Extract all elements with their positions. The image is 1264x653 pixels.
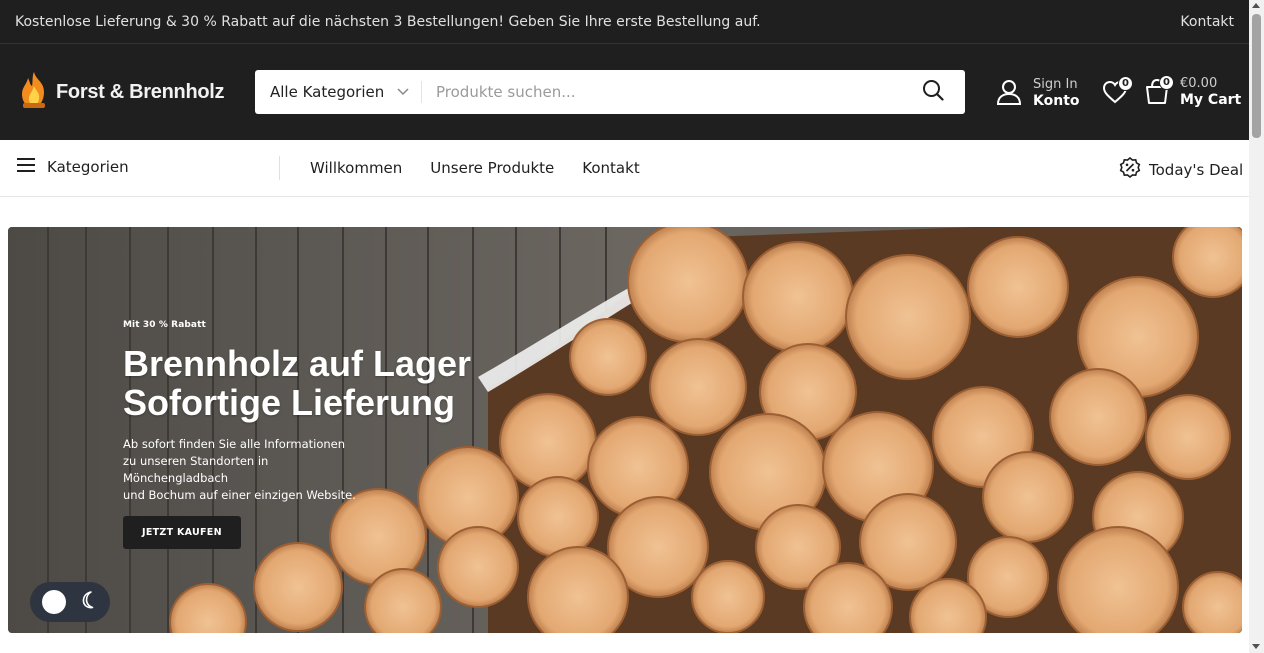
theme-toggle[interactable] xyxy=(30,582,110,622)
hero-banner: Mit 30 % Rabatt Brennholz auf Lager Sofo… xyxy=(8,227,1242,633)
hero-subtitle: Mit 30 % Rabatt xyxy=(123,320,206,330)
search-button[interactable] xyxy=(901,70,965,114)
todays-deal-link[interactable]: Today's Deal xyxy=(1119,156,1244,183)
account-link[interactable]: Sign In Konto xyxy=(995,77,1080,110)
account-label: Konto xyxy=(1033,93,1080,109)
hero-title: Brennholz auf Lager Sofortige Lieferung xyxy=(123,344,471,422)
cart-icon: 0 xyxy=(1144,74,1174,109)
hero-desc-line-1: Ab sofort finden Sie alle Informationen xyxy=(123,437,346,451)
shop-now-button[interactable]: JETZT KAUFEN xyxy=(123,516,241,549)
hero-desc-line-3: und Bochum auf einer einzigen Website. xyxy=(123,488,356,502)
discount-badge-icon xyxy=(1119,156,1141,183)
cart-count-badge: 0 xyxy=(1159,74,1174,90)
flame-logo-icon xyxy=(18,70,50,114)
logo-text: Forst & Brennholz xyxy=(56,80,225,103)
hero-desc-line-2: zu unseren Standorten in Mönchengladbach xyxy=(123,454,269,485)
moon-icon[interactable] xyxy=(78,590,98,614)
wishlist-count-badge: 0 xyxy=(1118,76,1133,91)
nav-link-willkommen[interactable]: Willkommen xyxy=(310,159,402,177)
cart-label: My Cart xyxy=(1180,92,1242,108)
nav-links: Willkommen Unsere Produkte Kontakt xyxy=(310,159,640,177)
scrollbar-thumb[interactable] xyxy=(1252,14,1261,138)
cart-button[interactable]: 0 €0.00 My Cart xyxy=(1144,74,1242,109)
search-icon xyxy=(922,79,944,105)
user-icon xyxy=(995,78,1023,110)
search-bar: Alle Kategorien xyxy=(255,70,965,114)
main-navigation: Kategorien Willkommen Unsere Produkte Ko… xyxy=(0,140,1249,197)
promo-bar: Kostenlose Lieferung & 30 % Rabatt auf d… xyxy=(0,0,1249,44)
category-select[interactable]: Alle Kategorien xyxy=(255,81,422,103)
nav-divider xyxy=(279,156,280,180)
site-header: Forst & Brennholz Alle Kategorien Sign I… xyxy=(0,44,1249,140)
wishlist-button[interactable]: 0 xyxy=(1102,76,1133,108)
categories-menu-button[interactable]: Kategorien xyxy=(17,158,129,176)
hero-title-line-2: Sofortige Lieferung xyxy=(123,382,455,423)
nav-link-unsere-produkte[interactable]: Unsere Produkte xyxy=(430,159,554,177)
category-select-value: Alle Kategorien xyxy=(270,83,385,101)
hero-description: Ab sofort finden Sie alle Informationen … xyxy=(123,436,363,504)
scroll-down-arrow-icon[interactable] xyxy=(1252,644,1260,649)
nav-link-kontakt[interactable]: Kontakt xyxy=(582,159,639,177)
chevron-down-icon xyxy=(397,85,409,99)
search-input[interactable] xyxy=(422,83,901,101)
page-scrollbar[interactable] xyxy=(1249,0,1264,653)
site-logo[interactable]: Forst & Brennholz xyxy=(18,70,225,114)
scroll-up-arrow-icon[interactable] xyxy=(1252,3,1260,8)
todays-deal-label: Today's Deal xyxy=(1149,161,1244,179)
hamburger-icon xyxy=(17,158,35,176)
cart-amount: €0.00 xyxy=(1180,76,1218,91)
heart-icon xyxy=(1102,80,1128,108)
categories-label: Kategorien xyxy=(47,158,129,176)
topbar-contact-link[interactable]: Kontakt xyxy=(1180,14,1234,30)
hero-content: Mit 30 % Rabatt Brennholz auf Lager Sofo… xyxy=(123,320,471,549)
account-small-label: Sign In xyxy=(1033,77,1078,92)
promo-text: Kostenlose Lieferung & 30 % Rabatt auf d… xyxy=(15,13,761,30)
hero-title-line-1: Brennholz auf Lager xyxy=(123,343,472,384)
light-mode-icon[interactable] xyxy=(42,590,66,614)
